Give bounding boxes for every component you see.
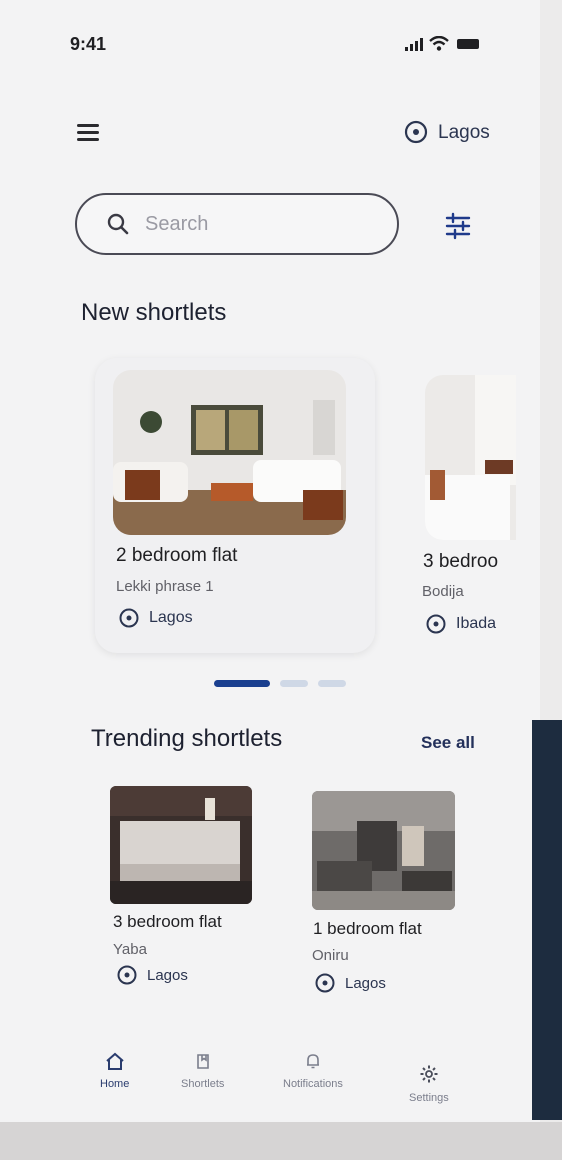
shortlet-photo-living-room	[113, 370, 346, 535]
trending-photo-bedroom[interactable]	[110, 786, 252, 904]
carousel-dot-active[interactable]	[214, 680, 270, 687]
shortlets-icon	[196, 1054, 209, 1069]
status-icons	[405, 36, 479, 51]
signal-icon	[405, 37, 423, 51]
battery-icon	[457, 39, 479, 49]
location-pin-icon	[315, 973, 335, 993]
carousel-dot[interactable]	[280, 680, 308, 687]
card-area: Yaba	[113, 941, 147, 958]
card-area: Oniru	[312, 947, 349, 964]
card-title: 3 bedroo	[423, 551, 499, 572]
location-pin-icon	[426, 614, 446, 634]
card-city: Ibada	[456, 615, 497, 632]
background-edge	[0, 1122, 562, 1160]
nav-label: Settings	[409, 1092, 449, 1104]
background-edge	[532, 720, 562, 1120]
nav-label: Home	[100, 1078, 130, 1090]
carousel-indicator	[214, 680, 346, 687]
menu-button[interactable]	[77, 124, 99, 142]
nav-shortlets[interactable]: Shortlets	[181, 1052, 224, 1090]
section-title-trending: Trending shortlets	[91, 725, 283, 752]
bell-icon	[306, 1054, 319, 1069]
card-location: Lagos	[117, 965, 188, 985]
card-city: Lagos	[345, 974, 386, 992]
card-area: Lekki phrase 1	[116, 578, 214, 595]
card-location: Lagos	[119, 608, 193, 628]
phone-screen: 9:41 Lagos Search New shortlets 2 bedroo…	[0, 0, 540, 1122]
card-location: Lagos	[315, 973, 386, 993]
shortlet-photo-bedroom[interactable]	[425, 375, 516, 540]
wifi-icon	[429, 36, 449, 51]
search-bar	[75, 193, 399, 255]
card-city: Lagos	[149, 609, 193, 626]
card-location: Ibada	[426, 614, 496, 634]
location-pin-icon	[119, 608, 139, 628]
nav-home[interactable]: Home	[100, 1052, 129, 1090]
nav-label: Notifications	[283, 1078, 343, 1090]
card-title: 3 bedroom flat	[113, 912, 222, 931]
nav-notifications[interactable]: Notifications	[283, 1052, 343, 1090]
carousel-dot[interactable]	[318, 680, 346, 687]
nav-label: Shortlets	[181, 1078, 225, 1090]
see-all-link[interactable]: See all	[421, 733, 475, 753]
home-icon	[106, 1052, 124, 1070]
card-city: Lagos	[147, 966, 188, 984]
card-area: Bodija	[422, 583, 464, 600]
location-pin-icon	[117, 965, 137, 985]
gear-icon	[420, 1065, 438, 1083]
section-title-new: New shortlets	[81, 299, 227, 326]
search-icon	[107, 213, 129, 235]
location-selector[interactable]: Lagos	[404, 120, 490, 146]
trending-photo-living-room[interactable]	[312, 791, 455, 910]
card-title: 1 bedroom flat	[313, 919, 422, 938]
status-time: 9:41	[70, 34, 107, 54]
card-title: 2 bedroom flat	[116, 545, 238, 566]
location-pin-icon	[404, 120, 428, 144]
search-input[interactable]	[143, 211, 377, 237]
location-label: Lagos	[438, 122, 490, 143]
nav-settings[interactable]: Settings	[409, 1064, 449, 1104]
filter-icon[interactable]	[444, 212, 472, 240]
